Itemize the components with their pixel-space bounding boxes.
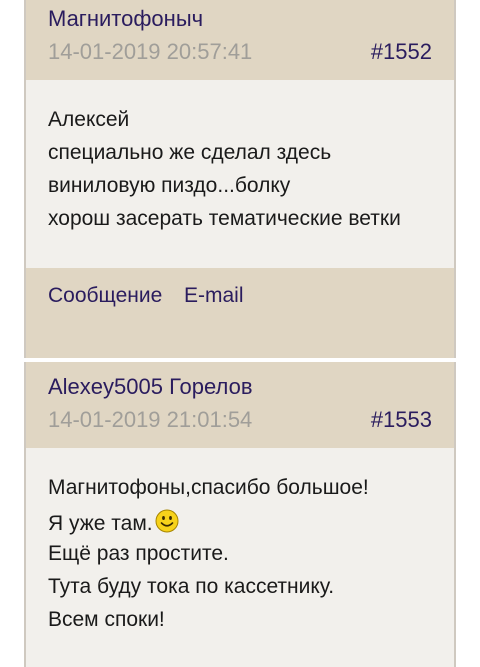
post-text-line: Ещё раз простите. (48, 542, 229, 565)
post-number-link[interactable]: #1552 (371, 39, 432, 65)
post-text-line: Тута буду тока по кассетнику. (48, 575, 335, 598)
post-1553: Alexey5005 Горелов 14-01-2019 21:01:54 #… (24, 362, 456, 667)
forum-thread: Магнитофоныч 14-01-2019 20:57:41 #1552 А… (0, 0, 480, 667)
post-text-line: виниловую пиздо...болку (48, 174, 291, 197)
post-text: Я уже там. (48, 512, 153, 535)
post-footer: Сообщение E-mail (26, 268, 454, 358)
post-date: 14-01-2019 21:01:54 (48, 407, 253, 432)
post-date: 14-01-2019 20:57:41 (48, 39, 253, 64)
post-text-line: хорош засерать тематические ветки (48, 207, 401, 230)
author-link[interactable]: Магнитофоныч (48, 6, 203, 32)
post-header: Магнитофоныч 14-01-2019 20:57:41 #1552 (26, 0, 454, 80)
post-text-line: Всем споки! (48, 608, 165, 631)
post-text-line: Алексей (48, 108, 130, 131)
post-body: Алексей специально же сделал здесь винил… (26, 80, 454, 268)
post-1552: Магнитофоныч 14-01-2019 20:57:41 #1552 А… (24, 0, 456, 358)
smiley-face-icon (155, 509, 179, 539)
author-link[interactable]: Alexey5005 Горелов (48, 374, 253, 400)
message-link[interactable]: Сообщение (48, 284, 162, 308)
post-text-line-with-smiley: Я уже там. (48, 509, 179, 539)
post-text-line: специально же сделал здесь (48, 141, 332, 164)
post-text-line: Магнитофоны,спасибо большое! (48, 476, 369, 499)
post-body: Магнитофоны,спасибо большое! Я уже там. … (26, 448, 454, 667)
email-link[interactable]: E-mail (184, 284, 244, 308)
post-number-link[interactable]: #1553 (371, 407, 432, 433)
post-header: Alexey5005 Горелов 14-01-2019 21:01:54 #… (26, 362, 454, 448)
